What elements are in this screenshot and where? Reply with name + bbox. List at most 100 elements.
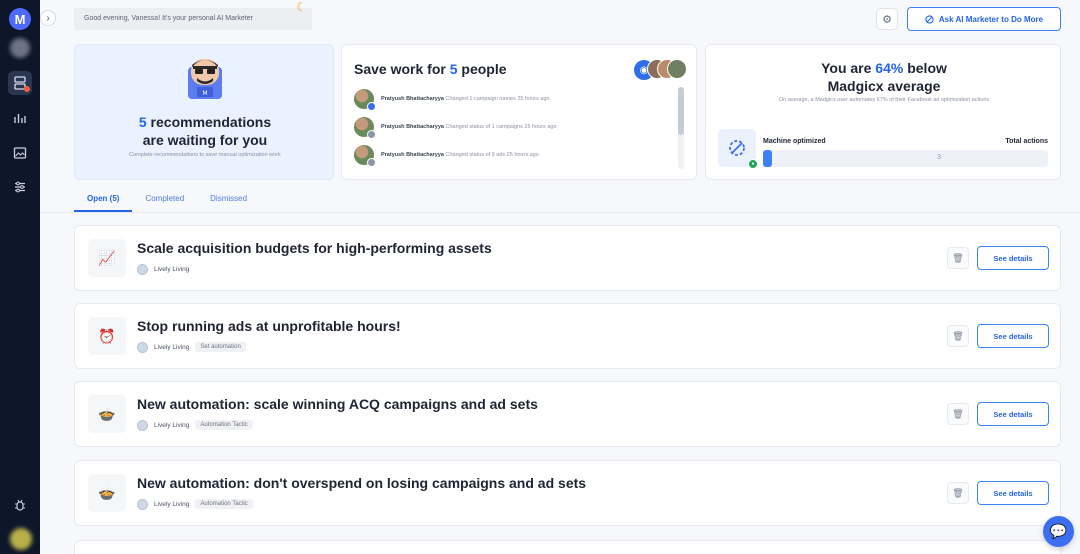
scrollbar-thumb[interactable] <box>678 87 684 135</box>
trash-icon: 🗑 <box>952 330 964 341</box>
account-icon <box>137 341 148 353</box>
see-details-button[interactable]: See details <box>977 324 1049 348</box>
recommendations-summary-card: M 5 recommendations are waiting for you … <box>74 44 334 180</box>
total-actions-label: Total actions <box>1005 138 1048 145</box>
moon-icon: ☾ <box>296 0 307 14</box>
progress-fill <box>763 150 772 167</box>
chevron-right-icon: › <box>46 12 50 24</box>
activity-user: Pratyush Bhattacharyya <box>381 124 444 130</box>
activity-action: Changed 1 campaign names 25 hours ago <box>445 96 550 102</box>
robot-illustration: M <box>188 59 222 99</box>
recommendation-row[interactable]: 🍲 New automation: scale winning ACQ camp… <box>74 381 1061 447</box>
bug-icon <box>15 499 25 511</box>
pot-icon: 🍲 <box>88 395 126 433</box>
workspace-avatar[interactable] <box>10 38 30 58</box>
recommendation-tabs: Open (5) Completed Dismissed <box>74 188 260 212</box>
recommendation-title: New automation: don't overspend on losin… <box>137 475 587 491</box>
ai-marketer-icon <box>925 14 934 24</box>
activity-action: Changed status of 9 ads 25 hours ago <box>445 152 539 158</box>
account-name: Lively Living <box>154 421 190 429</box>
ask-ai-marketer-button[interactable]: Ask AI Marketer to Do More <box>907 7 1061 31</box>
recommendation-meta: Lively Living Set automation <box>137 340 246 354</box>
dismiss-button[interactable]: 🗑 <box>947 247 969 269</box>
svg-text:M: M <box>202 90 207 97</box>
activity-user: Pratyush Bhattacharyya <box>381 152 444 158</box>
recommendations-title-line2: are waiting for you <box>142 132 268 148</box>
notification-dot <box>24 86 30 92</box>
recommendations-count-title: 5 recommendations are waiting for you <box>75 113 335 149</box>
recommendations-title-line1: recommendations <box>150 114 272 130</box>
recommendation-title: New automation: scale winning ACQ campai… <box>137 396 538 412</box>
settings-button[interactable]: ⚙ <box>876 8 898 30</box>
sidebar-item-automation[interactable] <box>8 175 32 199</box>
sidebar-expand-button[interactable]: › <box>40 10 56 26</box>
avatar <box>354 89 376 111</box>
no-entry-icon <box>729 140 745 156</box>
save-work-title: Save work for 5 people <box>354 61 507 77</box>
machine-optimized-progress: 3 <box>763 150 1048 167</box>
account-name: Lively Living <box>154 265 190 273</box>
activity-item: Pratyush Bhattacharyya Changed status of… <box>354 117 674 139</box>
save-work-card: Save work for 5 people ◉ Pratyush Bhatta… <box>341 44 697 180</box>
sidebar-item-bug[interactable] <box>8 493 32 517</box>
avatar <box>354 117 376 139</box>
benchmark-suffix: below <box>907 60 947 76</box>
app-logo[interactable]: M <box>9 8 31 30</box>
sidebar: M <box>0 0 40 554</box>
chat-support-button[interactable]: 💬 <box>1043 516 1074 547</box>
recommendation-row[interactable]: ⏰ Stop running ads at unprofitable hours… <box>74 303 1061 369</box>
activity-item: Pratyush Bhattacharyya Changed 1 campaig… <box>354 89 674 111</box>
sidebar-item-recommendations[interactable] <box>8 71 32 95</box>
account-name: Lively Living <box>154 500 190 508</box>
benchmark-card: You are 64% below Madgicx average On ave… <box>705 44 1061 180</box>
total-actions-value: 3 <box>937 154 941 161</box>
trash-icon: 🗑 <box>952 408 964 419</box>
dismiss-button[interactable]: 🗑 <box>947 482 969 504</box>
recommendation-meta: Lively Living <box>137 262 189 276</box>
recommendation-row[interactable]: 📈 Scale acquisition budgets for high-per… <box>74 225 1061 291</box>
facebook-badge-icon <box>367 102 376 111</box>
sidebar-item-analytics[interactable] <box>8 106 32 130</box>
benchmark-subtitle: On average, a Madgicx user automates 67%… <box>778 97 990 103</box>
status-badge-icon <box>367 158 376 167</box>
activity-scrollbar[interactable] <box>678 87 684 169</box>
sliders-icon <box>15 181 25 193</box>
dismiss-button[interactable]: 🗑 <box>947 325 969 347</box>
see-details-button[interactable]: See details <box>977 402 1049 426</box>
tab-completed[interactable]: Completed <box>132 188 197 212</box>
account-icon <box>137 419 148 431</box>
see-details-button[interactable]: See details <box>977 246 1049 270</box>
see-details-button[interactable]: See details <box>977 481 1049 505</box>
recommendation-tag: Automation Tactic <box>195 499 253 509</box>
tab-open[interactable]: Open (5) <box>74 188 133 212</box>
bar-chart-icon <box>14 114 26 123</box>
recommendation-tag: Set automation <box>195 342 246 352</box>
alarm-clock-icon: ⏰ <box>88 317 126 355</box>
save-work-suffix: people <box>461 61 507 77</box>
save-work-prefix: Save work for <box>354 61 446 77</box>
activity-user: Pratyush Bhattacharyya <box>381 96 444 102</box>
dismiss-button[interactable]: 🗑 <box>947 403 969 425</box>
recommendation-row[interactable]: 🍲 New automation: don't overspend on los… <box>74 460 1061 526</box>
recommendations-count: 5 <box>138 114 147 130</box>
benchmark-title: You are 64% below Madgicx average <box>706 59 1062 95</box>
activity-action: Changed status of 1 campaigns 25 hours a… <box>445 124 557 130</box>
user-avatar[interactable] <box>10 528 32 550</box>
recommendations-subtitle: Complete recommendations to save manual … <box>129 152 281 158</box>
recommendation-tag: Automation Tactic <box>195 420 253 430</box>
greeting-banner: Good evening, Vanessa! It's your persona… <box>74 8 312 30</box>
avatar <box>354 145 376 167</box>
pot-icon: 🍲 <box>88 474 126 512</box>
sidebar-item-creatives[interactable] <box>8 141 32 165</box>
recommendation-title: Scale acquisition budgets for high-perfo… <box>137 240 492 256</box>
recommendation-row[interactable] <box>74 540 1061 554</box>
benchmark-prefix: You are <box>821 60 872 76</box>
status-badge-icon <box>367 130 376 139</box>
tab-dismissed[interactable]: Dismissed <box>197 188 260 212</box>
account-name: Lively Living <box>154 343 190 351</box>
trash-icon: 🗑 <box>952 252 964 263</box>
account-icon <box>137 263 148 275</box>
save-work-count: 5 <box>449 61 458 77</box>
recommendation-meta: Lively Living Automation Tactic <box>137 497 253 511</box>
recommendation-meta: Lively Living Automation Tactic <box>137 418 253 432</box>
